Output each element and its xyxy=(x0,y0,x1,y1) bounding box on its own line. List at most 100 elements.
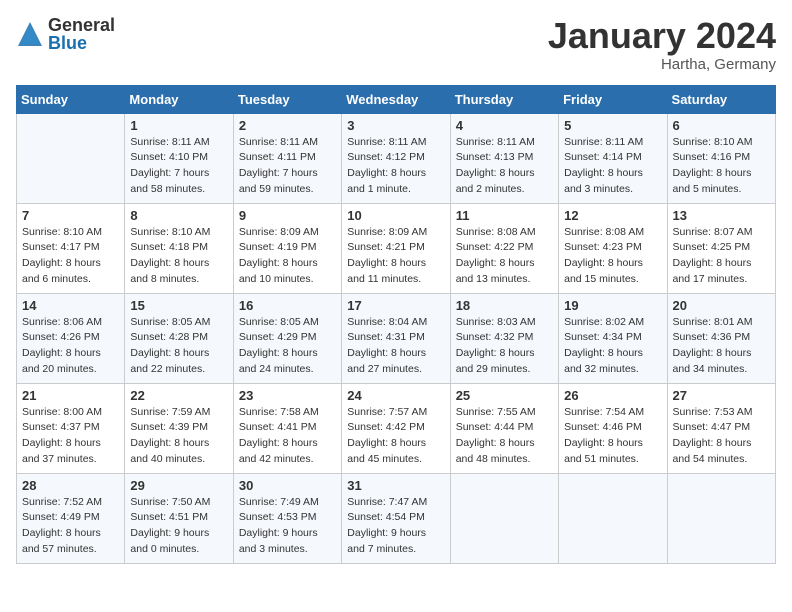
calendar-cell: 23Sunrise: 7:58 AMSunset: 4:41 PMDayligh… xyxy=(233,383,341,473)
calendar-week-row: 1Sunrise: 8:11 AMSunset: 4:10 PMDaylight… xyxy=(17,113,776,203)
day-number: 25 xyxy=(456,388,553,403)
day-number: 21 xyxy=(22,388,119,403)
day-info: Sunrise: 8:02 AMSunset: 4:34 PMDaylight:… xyxy=(564,315,661,378)
day-number: 16 xyxy=(239,298,336,313)
calendar-cell: 28Sunrise: 7:52 AMSunset: 4:49 PMDayligh… xyxy=(17,473,125,563)
calendar-cell: 17 Sunrise: 8:04 AMSunset: 4:31 PMDayligh… xyxy=(342,293,450,383)
day-info: Sunrise: 8:11 AMSunset: 4:12 PMDaylight:… xyxy=(347,135,444,198)
day-number: 24 xyxy=(347,388,444,403)
day-number: 19 xyxy=(564,298,661,313)
calendar-cell: 7 Sunrise: 8:10 AMSunset: 4:17 PMDaylight… xyxy=(17,203,125,293)
calendar-week-row: 28Sunrise: 7:52 AMSunset: 4:49 PMDayligh… xyxy=(17,473,776,563)
day-info: Sunrise: 8:03 AMSunset: 4:32 PMDaylight:… xyxy=(456,315,553,378)
calendar-cell: 4 Sunrise: 8:11 AMSunset: 4:13 PMDaylight… xyxy=(450,113,558,203)
page-header: General Blue January 2024 Hartha, German… xyxy=(16,16,776,73)
day-number: 26 xyxy=(564,388,661,403)
calendar-cell: 14Sunrise: 8:06 AMSunset: 4:26 PMDayligh… xyxy=(17,293,125,383)
day-info: Sunrise: 8:01 AMSunset: 4:36 PMDaylight:… xyxy=(673,315,770,378)
day-info: Sunrise: 8:06 AMSunset: 4:26 PMDaylight:… xyxy=(22,315,119,378)
calendar-cell: 15 Sunrise: 8:05 AMSunset: 4:28 PMDayligh… xyxy=(125,293,233,383)
calendar-cell: 30 Sunrise: 7:49 AMSunset: 4:53 PMDayligh… xyxy=(233,473,341,563)
day-number: 22 xyxy=(130,388,227,403)
day-number: 27 xyxy=(673,388,770,403)
title-block: January 2024 Hartha, Germany xyxy=(548,16,776,73)
weekday-header: Tuesday xyxy=(233,85,341,113)
day-number: 3 xyxy=(347,118,444,133)
calendar-cell: 18Sunrise: 8:03 AMSunset: 4:32 PMDayligh… xyxy=(450,293,558,383)
day-info: Sunrise: 8:11 AMSunset: 4:11 PMDaylight:… xyxy=(239,135,336,198)
calendar-cell: 16 Sunrise: 8:05 AMSunset: 4:29 PMDayligh… xyxy=(233,293,341,383)
day-info: Sunrise: 7:58 AMSunset: 4:41 PMDaylight:… xyxy=(239,405,336,468)
day-number: 5 xyxy=(564,118,661,133)
calendar-cell: 31 Sunrise: 7:47 AMSunset: 4:54 PMDayligh… xyxy=(342,473,450,563)
calendar-cell xyxy=(559,473,667,563)
day-number: 7 xyxy=(22,208,119,223)
day-info: Sunrise: 8:05 AMSunset: 4:29 PMDaylight:… xyxy=(239,315,336,378)
day-info: Sunrise: 8:11 AMSunset: 4:13 PMDaylight:… xyxy=(456,135,553,198)
location-title: Hartha, Germany xyxy=(548,56,776,73)
weekday-header: Thursday xyxy=(450,85,558,113)
calendar-cell: 26 Sunrise: 7:54 AMSunset: 4:46 PMDayligh… xyxy=(559,383,667,473)
logo: General Blue xyxy=(16,16,115,52)
day-number: 4 xyxy=(456,118,553,133)
day-number: 2 xyxy=(239,118,336,133)
day-info: Sunrise: 7:54 AMSunset: 4:46 PMDaylight:… xyxy=(564,405,661,468)
day-info: Sunrise: 8:10 AMSunset: 4:17 PMDaylight:… xyxy=(22,225,119,288)
day-info: Sunrise: 8:11 AMSunset: 4:10 PMDaylight:… xyxy=(130,135,227,198)
day-info: Sunrise: 7:47 AMSunset: 4:54 PMDaylight:… xyxy=(347,495,444,558)
day-info: Sunrise: 8:09 AMSunset: 4:19 PMDaylight:… xyxy=(239,225,336,288)
weekday-header: Friday xyxy=(559,85,667,113)
day-info: Sunrise: 7:55 AMSunset: 4:44 PMDaylight:… xyxy=(456,405,553,468)
logo-blue: Blue xyxy=(48,34,115,52)
day-info: Sunrise: 8:11 AMSunset: 4:14 PMDaylight:… xyxy=(564,135,661,198)
month-title: January 2024 xyxy=(548,16,776,56)
calendar-cell: 12Sunrise: 8:08 AMSunset: 4:23 PMDayligh… xyxy=(559,203,667,293)
calendar-cell: 8 Sunrise: 8:10 AMSunset: 4:18 PMDaylight… xyxy=(125,203,233,293)
calendar-cell: 20 Sunrise: 8:01 AMSunset: 4:36 PMDayligh… xyxy=(667,293,775,383)
calendar-cell: 9 Sunrise: 8:09 AMSunset: 4:19 PMDaylight… xyxy=(233,203,341,293)
calendar-week-row: 21 Sunrise: 8:00 AMSunset: 4:37 PMDayligh… xyxy=(17,383,776,473)
day-info: Sunrise: 8:05 AMSunset: 4:28 PMDaylight:… xyxy=(130,315,227,378)
day-number: 30 xyxy=(239,478,336,493)
day-number: 20 xyxy=(673,298,770,313)
calendar-cell: 10 Sunrise: 8:09 AMSunset: 4:21 PMDayligh… xyxy=(342,203,450,293)
day-info: Sunrise: 8:10 AMSunset: 4:16 PMDaylight:… xyxy=(673,135,770,198)
calendar-cell xyxy=(450,473,558,563)
logo-text: General Blue xyxy=(48,16,115,52)
day-info: Sunrise: 7:53 AMSunset: 4:47 PMDaylight:… xyxy=(673,405,770,468)
day-number: 13 xyxy=(673,208,770,223)
day-info: Sunrise: 7:49 AMSunset: 4:53 PMDaylight:… xyxy=(239,495,336,558)
day-number: 8 xyxy=(130,208,227,223)
calendar-cell: 1Sunrise: 8:11 AMSunset: 4:10 PMDaylight… xyxy=(125,113,233,203)
day-info: Sunrise: 7:52 AMSunset: 4:49 PMDaylight:… xyxy=(22,495,119,558)
day-number: 6 xyxy=(673,118,770,133)
calendar-cell: 11 Sunrise: 8:08 AMSunset: 4:22 PMDayligh… xyxy=(450,203,558,293)
day-number: 15 xyxy=(130,298,227,313)
calendar-cell: 5 Sunrise: 8:11 AMSunset: 4:14 PMDaylight… xyxy=(559,113,667,203)
day-number: 29 xyxy=(130,478,227,493)
weekday-header: Sunday xyxy=(17,85,125,113)
logo-icon xyxy=(16,20,44,48)
day-info: Sunrise: 8:00 AMSunset: 4:37 PMDaylight:… xyxy=(22,405,119,468)
calendar-table: SundayMondayTuesdayWednesdayThursdayFrid… xyxy=(16,85,776,564)
day-number: 11 xyxy=(456,208,553,223)
weekday-header: Wednesday xyxy=(342,85,450,113)
calendar-cell: 29Sunrise: 7:50 AMSunset: 4:51 PMDayligh… xyxy=(125,473,233,563)
calendar-cell: 22Sunrise: 7:59 AMSunset: 4:39 PMDayligh… xyxy=(125,383,233,473)
logo-general: General xyxy=(48,16,115,34)
day-info: Sunrise: 8:07 AMSunset: 4:25 PMDaylight:… xyxy=(673,225,770,288)
day-info: Sunrise: 8:10 AMSunset: 4:18 PMDaylight:… xyxy=(130,225,227,288)
day-number: 10 xyxy=(347,208,444,223)
calendar-cell: 3 Sunrise: 8:11 AMSunset: 4:12 PMDaylight… xyxy=(342,113,450,203)
calendar-cell: 27 Sunrise: 7:53 AMSunset: 4:47 PMDayligh… xyxy=(667,383,775,473)
weekday-header-row: SundayMondayTuesdayWednesdayThursdayFrid… xyxy=(17,85,776,113)
calendar-cell: 13 Sunrise: 8:07 AMSunset: 4:25 PMDayligh… xyxy=(667,203,775,293)
day-info: Sunrise: 8:09 AMSunset: 4:21 PMDaylight:… xyxy=(347,225,444,288)
calendar-cell xyxy=(17,113,125,203)
day-number: 17 xyxy=(347,298,444,313)
day-info: Sunrise: 8:08 AMSunset: 4:22 PMDaylight:… xyxy=(456,225,553,288)
day-info: Sunrise: 8:04 AMSunset: 4:31 PMDaylight:… xyxy=(347,315,444,378)
day-number: 31 xyxy=(347,478,444,493)
calendar-cell: 24Sunrise: 7:57 AMSunset: 4:42 PMDayligh… xyxy=(342,383,450,473)
day-number: 9 xyxy=(239,208,336,223)
